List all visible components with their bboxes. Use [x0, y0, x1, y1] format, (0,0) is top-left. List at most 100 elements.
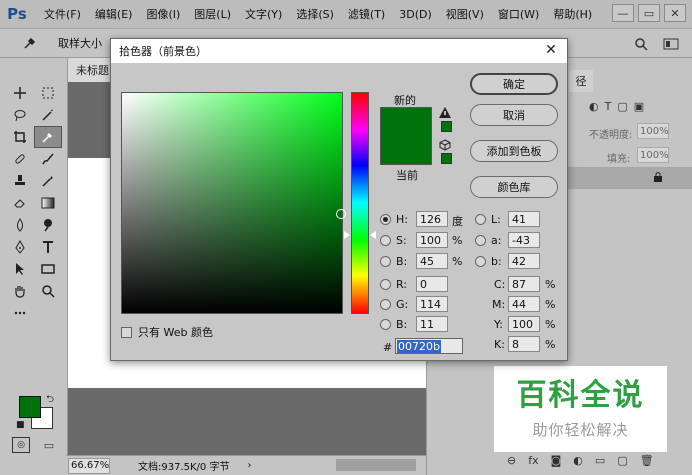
black-input[interactable]: 8 — [508, 336, 540, 352]
a-channel-radio[interactable] — [475, 235, 486, 246]
ok-button[interactable]: 确定 — [470, 73, 558, 95]
restore-button[interactable]: ▭ — [638, 4, 660, 22]
smart-object-filter-icon[interactable]: ▣ — [634, 100, 644, 113]
web-colors-checkbox[interactable] — [121, 326, 132, 338]
magenta-input[interactable]: 44 — [508, 296, 540, 312]
menu-edit[interactable]: 编辑(E) — [95, 6, 133, 22]
brightness-input[interactable]: 45 — [416, 253, 448, 269]
zoom-tool-icon[interactable] — [34, 280, 62, 302]
type-filter-icon[interactable]: T — [605, 100, 612, 113]
menu-view[interactable]: 视图(V) — [446, 6, 484, 22]
eyedropper-preset-icon[interactable] — [16, 32, 44, 54]
paths-tab[interactable]: 径 — [569, 70, 593, 92]
adjustment-filter-icon[interactable]: ◐ — [589, 100, 599, 113]
b-channel-radio[interactable] — [475, 256, 486, 267]
marquee-tool-icon[interactable] — [34, 82, 62, 104]
type-tool-icon[interactable] — [34, 236, 62, 258]
eraser-tool-icon[interactable] — [6, 192, 34, 214]
lightness-radio[interactable] — [475, 214, 486, 225]
menu-window[interactable]: 窗口(W) — [498, 6, 539, 22]
horizontal-scrollbar[interactable] — [336, 459, 416, 471]
delete-layer-icon[interactable]: 🗑 — [640, 454, 654, 467]
hue-slider-right-arrow[interactable] — [370, 231, 376, 239]
adjustment-layer-icon[interactable]: ◐ — [573, 454, 583, 467]
color-libraries-button[interactable]: 颜色库 — [470, 176, 558, 198]
saturation-input[interactable]: 100 — [416, 232, 448, 248]
new-layer-icon[interactable]: ▢ — [617, 454, 627, 467]
path-selection-tool-icon[interactable] — [6, 258, 34, 280]
red-input[interactable]: 0 — [416, 276, 448, 292]
green-radio[interactable] — [380, 299, 391, 310]
hue-slider-left-arrow[interactable] — [344, 231, 350, 239]
default-colors-icon[interactable]: ■ — [16, 420, 25, 430]
background-layer-row[interactable] — [567, 167, 692, 189]
menu-image[interactable]: 图像(I) — [146, 6, 180, 22]
hue-input[interactable]: 126 — [416, 211, 448, 227]
workspace-icon[interactable] — [660, 34, 682, 54]
opacity-field[interactable]: 100% — [637, 123, 669, 139]
yellow-input[interactable]: 100 — [508, 316, 540, 332]
menu-layer[interactable]: 图层(L) — [194, 6, 231, 22]
status-menu-arrow-icon[interactable]: › — [247, 460, 251, 471]
link-layers-icon[interactable]: ⊖ — [507, 454, 516, 467]
search-icon[interactable] — [630, 34, 652, 54]
lasso-tool-icon[interactable] — [6, 104, 34, 126]
quick-mask-icon[interactable]: ◎ — [12, 437, 30, 453]
clone-stamp-tool-icon[interactable] — [6, 170, 34, 192]
foreground-color-swatch[interactable] — [19, 396, 41, 418]
color-marker[interactable] — [336, 209, 346, 219]
group-icon[interactable]: ▭ — [595, 454, 605, 467]
gradient-tool-icon[interactable] — [34, 192, 62, 214]
web-safe-swatch[interactable] — [441, 153, 452, 164]
shape-filter-icon[interactable]: ▢ — [617, 100, 627, 113]
eyedropper-tool-icon[interactable] — [34, 126, 62, 148]
hue-radio[interactable] — [380, 214, 391, 225]
hex-input[interactable]: 00720b — [395, 338, 463, 354]
zoom-level-field[interactable]: 66.67% — [68, 457, 110, 474]
close-icon[interactable]: ✕ — [543, 42, 559, 58]
dodge-tool-icon[interactable] — [34, 214, 62, 236]
menu-type[interactable]: 文字(Y) — [245, 6, 282, 22]
cyan-input[interactable]: 87 — [508, 276, 540, 292]
hue-slider[interactable] — [351, 92, 369, 314]
layer-style-icon[interactable]: fx — [528, 454, 538, 467]
gamut-warning-swatch[interactable] — [441, 121, 452, 132]
add-to-swatches-button[interactable]: 添加到色板 — [470, 140, 558, 162]
pen-tool-icon[interactable] — [6, 236, 34, 258]
hand-tool-icon[interactable] — [6, 280, 34, 302]
cancel-button[interactable]: 取消 — [470, 104, 558, 126]
healing-brush-tool-icon[interactable] — [6, 148, 34, 170]
close-window-button[interactable]: ✕ — [664, 4, 686, 22]
menu-file[interactable]: 文件(F) — [44, 6, 81, 22]
menu-help[interactable]: 帮助(H) — [553, 6, 592, 22]
blue-input[interactable]: 11 — [416, 316, 448, 332]
red-radio[interactable] — [380, 279, 391, 290]
more-tools-icon[interactable] — [6, 302, 34, 324]
a-channel-input[interactable]: -43 — [508, 232, 540, 248]
saturation-brightness-field[interactable] — [121, 92, 343, 314]
move-tool-icon[interactable] — [6, 82, 34, 104]
magic-wand-tool-icon[interactable] — [34, 104, 62, 126]
dialog-titlebar[interactable]: 拾色器（前景色） ✕ — [111, 39, 567, 63]
screen-mode-icon[interactable]: ▭ — [40, 437, 58, 453]
brush-tool-icon[interactable] — [34, 148, 62, 170]
history-brush-tool-icon[interactable] — [34, 170, 62, 192]
green-input[interactable]: 114 — [416, 296, 448, 312]
brightness-radio[interactable] — [380, 256, 391, 267]
menu-filter[interactable]: 滤镜(T) — [348, 6, 385, 22]
gamut-warning-icon[interactable] — [439, 107, 451, 121]
b-channel-input[interactable]: 42 — [508, 253, 540, 269]
blur-tool-icon[interactable] — [6, 214, 34, 236]
blue-radio[interactable] — [380, 319, 391, 330]
crop-tool-icon[interactable] — [6, 126, 34, 148]
rectangle-tool-icon[interactable] — [34, 258, 62, 280]
web-safe-cube-icon[interactable] — [439, 139, 451, 154]
current-color-preview[interactable] — [381, 136, 431, 164]
menu-select[interactable]: 选择(S) — [296, 6, 334, 22]
layer-mask-icon[interactable]: ◙ — [551, 454, 562, 467]
lightness-input[interactable]: 41 — [508, 211, 540, 227]
saturation-radio[interactable] — [380, 235, 391, 246]
menu-3d[interactable]: 3D(D) — [399, 8, 432, 21]
minimize-button[interactable]: — — [612, 4, 634, 22]
fill-field[interactable]: 100% — [637, 147, 669, 163]
